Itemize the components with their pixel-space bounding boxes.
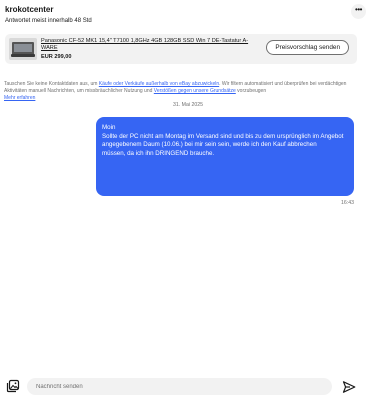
message-input[interactable] [27, 378, 332, 395]
policy-violations-link[interactable]: Verstößen gegen unsere Grundsätze [154, 88, 236, 94]
notice-text: vorzubeugen [235, 88, 267, 94]
seller-name[interactable]: krokotcenter [5, 4, 366, 15]
message-line: angegebenem Daum (10.06.) bei mir sein s… [102, 141, 317, 148]
more-horizontal-icon: ••• [355, 5, 362, 14]
item-card[interactable]: Panasonic CF-52 MK1 15,4" T7100 1,8GHz 4… [5, 34, 357, 64]
send-icon [342, 381, 356, 393]
item-title-link[interactable]: Panasonic CF-52 MK1 15,4" T7100 1,8GHz 4… [41, 38, 251, 52]
item-thumbnail[interactable] [9, 38, 37, 60]
conversation-header: krokotcenter Antwortet meist innerhalb 4… [5, 4, 366, 30]
response-time: Antwortet meist innerhalb 48 Std [5, 18, 92, 24]
make-offer-button[interactable]: Preisvorschlag senden [266, 40, 349, 55]
off-ebay-policy-link[interactable]: Käufe oder Verkäufe außerhalb von eBay a… [99, 81, 219, 87]
send-button[interactable] [342, 380, 356, 394]
add-photo-button[interactable] [6, 379, 20, 393]
learn-more-link[interactable]: Mehr erfahren [4, 95, 35, 101]
laptop-image [9, 38, 37, 60]
date-separator: 31. Mai 2025 [173, 102, 203, 108]
message-line: Sollte der PC nicht am Montag im Versand… [102, 132, 344, 140]
message-line: müssen, da ich ihn DRINGEND brauche. [102, 149, 215, 157]
item-price: EUR 299,00 [41, 54, 72, 60]
sent-message-bubble: Moin Sollte der PC nicht am Montag im Ve… [96, 117, 354, 196]
message-composer [0, 376, 376, 398]
notice-text: Tauschen Sie keine Kontaktdaten aus, um [4, 81, 99, 87]
image-gallery-icon [6, 379, 20, 393]
message-line: Moin [102, 124, 116, 131]
more-options-button[interactable]: ••• [351, 4, 366, 19]
safety-notice: Tauschen Sie keine Kontaktdaten aus, um … [4, 81, 359, 102]
message-timestamp: 16:43 [341, 200, 354, 206]
